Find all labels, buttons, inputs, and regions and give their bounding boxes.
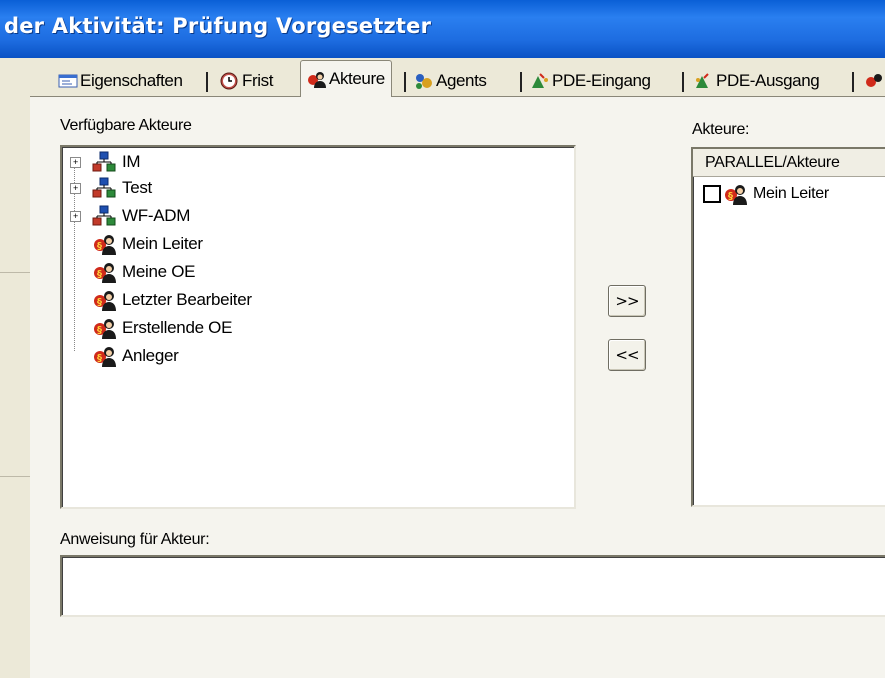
person-icon: § [92,316,118,340]
org-group-icon [92,205,116,227]
tree-node-person[interactable]: § Mein Leiter [92,231,203,257]
org-group-icon [92,151,116,173]
left-side-panel [0,58,31,677]
tab-eigenschaften[interactable]: Eigenschaften [58,66,183,96]
svg-text:§: § [97,297,102,308]
tab-label: Eigenschaften [80,71,183,90]
tree-node-test[interactable]: + Test [70,175,152,201]
actors-icon [307,70,327,88]
panel-divider [0,476,30,477]
pde-out-icon [694,72,714,90]
assigned-actor-row[interactable]: § Mein Leiter [703,181,829,207]
available-actors-label: Verfügbare Akteure [60,117,192,134]
expand-icon[interactable]: + [70,211,81,222]
tree-node-person[interactable]: § Anleger [92,343,179,369]
window-title: der Aktivität: Prüfung Vorgesetzter [4,14,432,38]
properties-icon [58,72,78,90]
svg-text:§: § [97,269,102,280]
instruction-label: Anweisung für Akteur: [60,531,210,548]
tree-node-person[interactable]: § Erstellende OE [92,315,232,341]
title-bar: der Aktivität: Prüfung Vorgesetzter [0,0,885,58]
activity-dialog: Verfügbare Akteure + IM + Test + WF-ADM … [30,58,885,678]
tree-node-label: WF-ADM [122,206,191,225]
tree-node-person[interactable]: § Meine OE [92,259,195,285]
person-icon: § [92,344,118,368]
tree-node-label: Mein Leiter [122,234,203,253]
tab-separator [520,72,522,92]
tab-separator [206,72,208,92]
tab-agents[interactable]: Agents [414,66,487,96]
org-group-icon [92,177,116,199]
tab-pde-eingang[interactable]: PDE-Eingang [530,66,651,96]
assigned-actors-list[interactable]: PARALLEL/Akteure § Mein Leiter [691,147,885,507]
agents-icon [414,72,434,90]
tab-pde-ausgang[interactable]: PDE-Ausgang [694,66,820,96]
tree-node-label: Meine OE [122,262,196,281]
tab-separator [682,72,684,92]
tab-label: PDE-Eingang [552,71,651,90]
actors-icon [864,72,884,90]
tab-label: Agents [436,71,487,90]
instruction-input[interactable] [60,555,885,617]
tab-strip: Eigenschaften Frist Akteure Agents PDE-E… [30,58,885,98]
tab-label: Akteure [329,69,385,88]
expand-icon[interactable]: + [70,183,81,194]
tab-separator [852,72,854,92]
tab-akteure[interactable]: Akteure [300,60,392,97]
tab-label: PDE-Ausgang [716,71,820,90]
column-header-parallel-akteure[interactable]: PARALLEL/Akteure [693,149,885,177]
person-icon: § [92,260,118,284]
assigned-actor-label: Mein Leiter [753,185,829,202]
tree-node-label: Anleger [122,346,179,365]
tree-node-label: Letzter Bearbeiter [122,290,252,309]
add-actor-button[interactable]: >> [608,285,646,317]
tree-node-label: IM [122,152,141,171]
remove-actor-button[interactable]: << [608,339,646,371]
person-icon: § [723,182,749,206]
person-icon: § [92,288,118,312]
tree-node-label: Test [122,178,152,197]
tab-panel-akteure: Verfügbare Akteure + IM + Test + WF-ADM … [30,96,885,678]
person-icon: § [92,232,118,256]
tab-label: Frist [242,71,274,90]
clock-icon [220,72,240,90]
svg-text:§: § [97,241,102,252]
svg-text:§: § [97,353,102,364]
expand-icon[interactable]: + [70,157,81,168]
tab-separator [404,72,406,92]
tree-node-im[interactable]: + IM [70,149,141,175]
svg-text:§: § [728,191,733,202]
assigned-actor-checkbox[interactable] [703,185,721,203]
svg-text:§: § [97,325,102,336]
tree-node-label: Erstellende OE [122,318,233,337]
assigned-actors-label: Akteure: [692,121,750,138]
tree-node-wf-adm[interactable]: + WF-ADM [70,203,190,229]
tab-frist[interactable]: Frist [220,66,273,96]
panel-divider [0,272,30,273]
available-actors-tree[interactable]: + IM + Test + WF-ADM § Mein Leiter § Mei… [60,145,576,509]
pde-in-icon [530,72,550,90]
tab-more[interactable] [864,66,885,96]
tree-node-person[interactable]: § Letzter Bearbeiter [92,287,252,313]
